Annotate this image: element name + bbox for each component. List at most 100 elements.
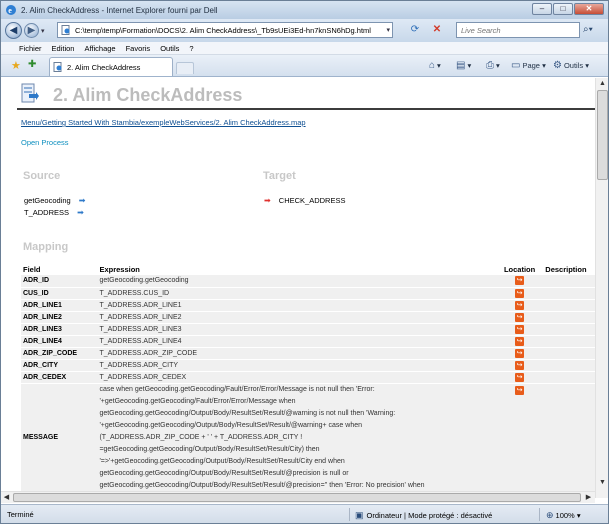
vertical-scrollbar[interactable]: ▲ ▼ — [595, 78, 608, 498]
mapping-heading: Mapping — [23, 241, 69, 253]
arrow-right-icon: ➡ — [264, 196, 271, 205]
menu-outils[interactable]: Outils — [160, 44, 179, 53]
expression-line: '+getGeocoding.getGeocoding/Fault/Error/… — [99, 397, 296, 405]
horizontal-scrollbar[interactable]: ◀ ▶ — [1, 491, 595, 503]
status-bar: Terminé ▣ Ordinateur | Mode protégé : dé… — [1, 504, 608, 523]
feeds-button[interactable]: ▤ ▾ — [456, 60, 471, 71]
location-icon[interactable]: ↪ — [515, 324, 525, 334]
col-description: Description — [545, 265, 587, 274]
tab-active[interactable]: 2. Alim CheckAddress — [49, 57, 173, 76]
location-icon[interactable]: ↪ — [515, 288, 525, 298]
field-cell: CUS_ID — [21, 287, 98, 300]
search-input[interactable] — [457, 23, 579, 37]
page-icon — [61, 25, 70, 35]
description-cell — [543, 299, 595, 312]
open-process-link[interactable]: Open Process — [21, 138, 69, 147]
field-cell: ADR_ID — [21, 275, 98, 288]
target-item[interactable]: ➡ CHECK_ADDRESS — [264, 196, 345, 205]
search-field[interactable] — [456, 22, 580, 38]
description-cell — [543, 371, 595, 384]
field-cell: ADR_LINE1 — [21, 299, 98, 312]
expression-cell: case when getGeocoding.getGeocoding/Faul… — [97, 383, 496, 493]
col-expression: Expression — [99, 265, 140, 274]
tab-label: 2. Alim CheckAddress — [67, 62, 141, 72]
stop-icon[interactable]: ✕ — [427, 22, 447, 38]
location-icon[interactable]: ↪ — [515, 300, 525, 310]
print-icon: ⎙ — [486, 60, 494, 71]
menu-affichage[interactable]: Affichage — [84, 44, 115, 53]
close-button[interactable]: ✕ — [574, 3, 604, 15]
url-text: C:\temp\temp\Formation\DOCS\2. Alim Chec… — [75, 25, 371, 35]
table-row: ADR_LINE1 T_ADDRESS.ADR_LINE1 ↪ — [21, 299, 595, 312]
location-icon[interactable]: ↪ — [515, 276, 525, 286]
expression-line: case when getGeocoding.getGeocoding/Faul… — [99, 385, 375, 393]
scroll-up-icon[interactable]: ▲ — [598, 79, 607, 88]
location-icon[interactable]: ↪ — [515, 360, 525, 370]
menu-favoris[interactable]: Favoris — [126, 44, 151, 53]
expression-cell: T_ADDRESS.ADR_LINE1 — [97, 299, 496, 312]
title-bar: e 2. Alim CheckAddress - Internet Explor… — [1, 1, 608, 19]
horizontal-scroll-thumb[interactable] — [13, 493, 581, 502]
col-field: Field — [23, 265, 41, 274]
page-menu-icon: ▭ — [511, 60, 521, 71]
description-cell — [543, 359, 595, 372]
location-icon[interactable]: ↪ — [515, 336, 525, 346]
menu-edition[interactable]: Edition — [52, 44, 75, 53]
field-cell: ADR_LINE3 — [21, 323, 98, 336]
expression-cell: T_ADDRESS.ADR_CITY — [97, 359, 496, 372]
table-row-message: MESSAGE case when getGeocoding.getGeocod… — [21, 383, 595, 493]
print-button[interactable]: ⎙ ▾ — [486, 60, 500, 71]
address-toolbar: ◀ ▶ ▾ C:\temp\temp\Formation\DOCS\2. Ali… — [1, 19, 608, 42]
expression-cell: T_ADDRESS.ADR_LINE4 — [97, 335, 496, 348]
favorites-star-icon[interactable]: ★ — [11, 59, 21, 72]
tools-menu-button[interactable]: ⚙ Outils ▾ — [553, 60, 589, 71]
location-icon[interactable]: ↪ — [515, 385, 525, 395]
scroll-left-icon[interactable]: ◀ — [2, 493, 11, 502]
status-divider — [349, 508, 350, 521]
page-menu-button[interactable]: ▭ Page ▾ — [511, 60, 546, 71]
address-field[interactable]: C:\temp\temp\Formation\DOCS\2. Alim Chec… — [57, 22, 393, 38]
zoom-control[interactable]: ⊕ 100% ▾ — [546, 510, 581, 521]
table-row: ADR_ID getGeocoding.getGeocoding ↪ — [21, 275, 595, 288]
expression-cell: T_ADDRESS.ADR_LINE2 — [97, 311, 496, 324]
history-dropdown-icon[interactable]: ▾ — [41, 27, 45, 35]
tab-bar: ★ ✚ 2. Alim CheckAddress ⌂ ▾ ▤ ▾ ⎙ ▾ ▭ Page … — [1, 55, 608, 77]
new-tab-button[interactable] — [176, 62, 194, 74]
location-icon[interactable]: ↪ — [515, 348, 525, 358]
tab-page-icon — [53, 62, 62, 72]
back-button[interactable]: ◀ — [5, 22, 22, 39]
source-item[interactable]: getGeocoding ➡ — [24, 196, 86, 205]
computer-icon: ▣ — [355, 510, 364, 520]
home-button[interactable]: ⌂ ▾ — [429, 60, 441, 71]
security-zone-label: Ordinateur | Mode protégé : désactivé — [366, 511, 493, 520]
scroll-down-icon[interactable]: ▼ — [598, 478, 607, 487]
field-cell: ADR_LINE4 — [21, 335, 98, 348]
menu-fichier[interactable]: Fichier — [19, 44, 42, 53]
menu-help[interactable]: ? — [189, 44, 193, 53]
description-cell — [543, 275, 595, 288]
source-item-label: getGeocoding — [24, 196, 71, 205]
page-menu-label: Page — [522, 61, 540, 70]
col-location: Location — [503, 265, 536, 274]
table-row: ADR_LINE3 T_ADDRESS.ADR_LINE3 ↪ — [21, 323, 595, 336]
description-cell — [543, 323, 595, 336]
source-item[interactable]: T_ADDRESS ➡ — [24, 208, 84, 217]
location-icon[interactable]: ↪ — [515, 372, 525, 382]
field-cell: MESSAGE — [21, 383, 98, 493]
search-icon[interactable]: ⌕▾ — [583, 23, 601, 37]
maximize-button[interactable]: □ — [553, 3, 573, 15]
add-favorite-icon[interactable]: ✚ — [28, 59, 36, 70]
location-icon[interactable]: ↪ — [515, 312, 525, 322]
security-zone[interactable]: ▣ Ordinateur | Mode protégé : désactivé — [355, 510, 492, 521]
source-heading: Source — [23, 170, 61, 182]
minimize-button[interactable]: – — [532, 3, 552, 15]
description-cell — [543, 287, 595, 300]
breadcrumb-menu-link[interactable]: Menu — [21, 118, 40, 127]
scroll-right-icon[interactable]: ▶ — [584, 493, 593, 502]
refresh-icon[interactable]: ⟳ — [405, 22, 425, 38]
breadcrumb-path[interactable]: /Getting Started With Stambia/exempleWeb… — [40, 118, 306, 127]
vertical-scroll-thumb[interactable] — [597, 90, 608, 180]
forward-button[interactable]: ▶ — [24, 23, 39, 38]
status-divider — [539, 508, 540, 521]
url-dropdown-icon[interactable]: ▾ — [386, 26, 390, 34]
